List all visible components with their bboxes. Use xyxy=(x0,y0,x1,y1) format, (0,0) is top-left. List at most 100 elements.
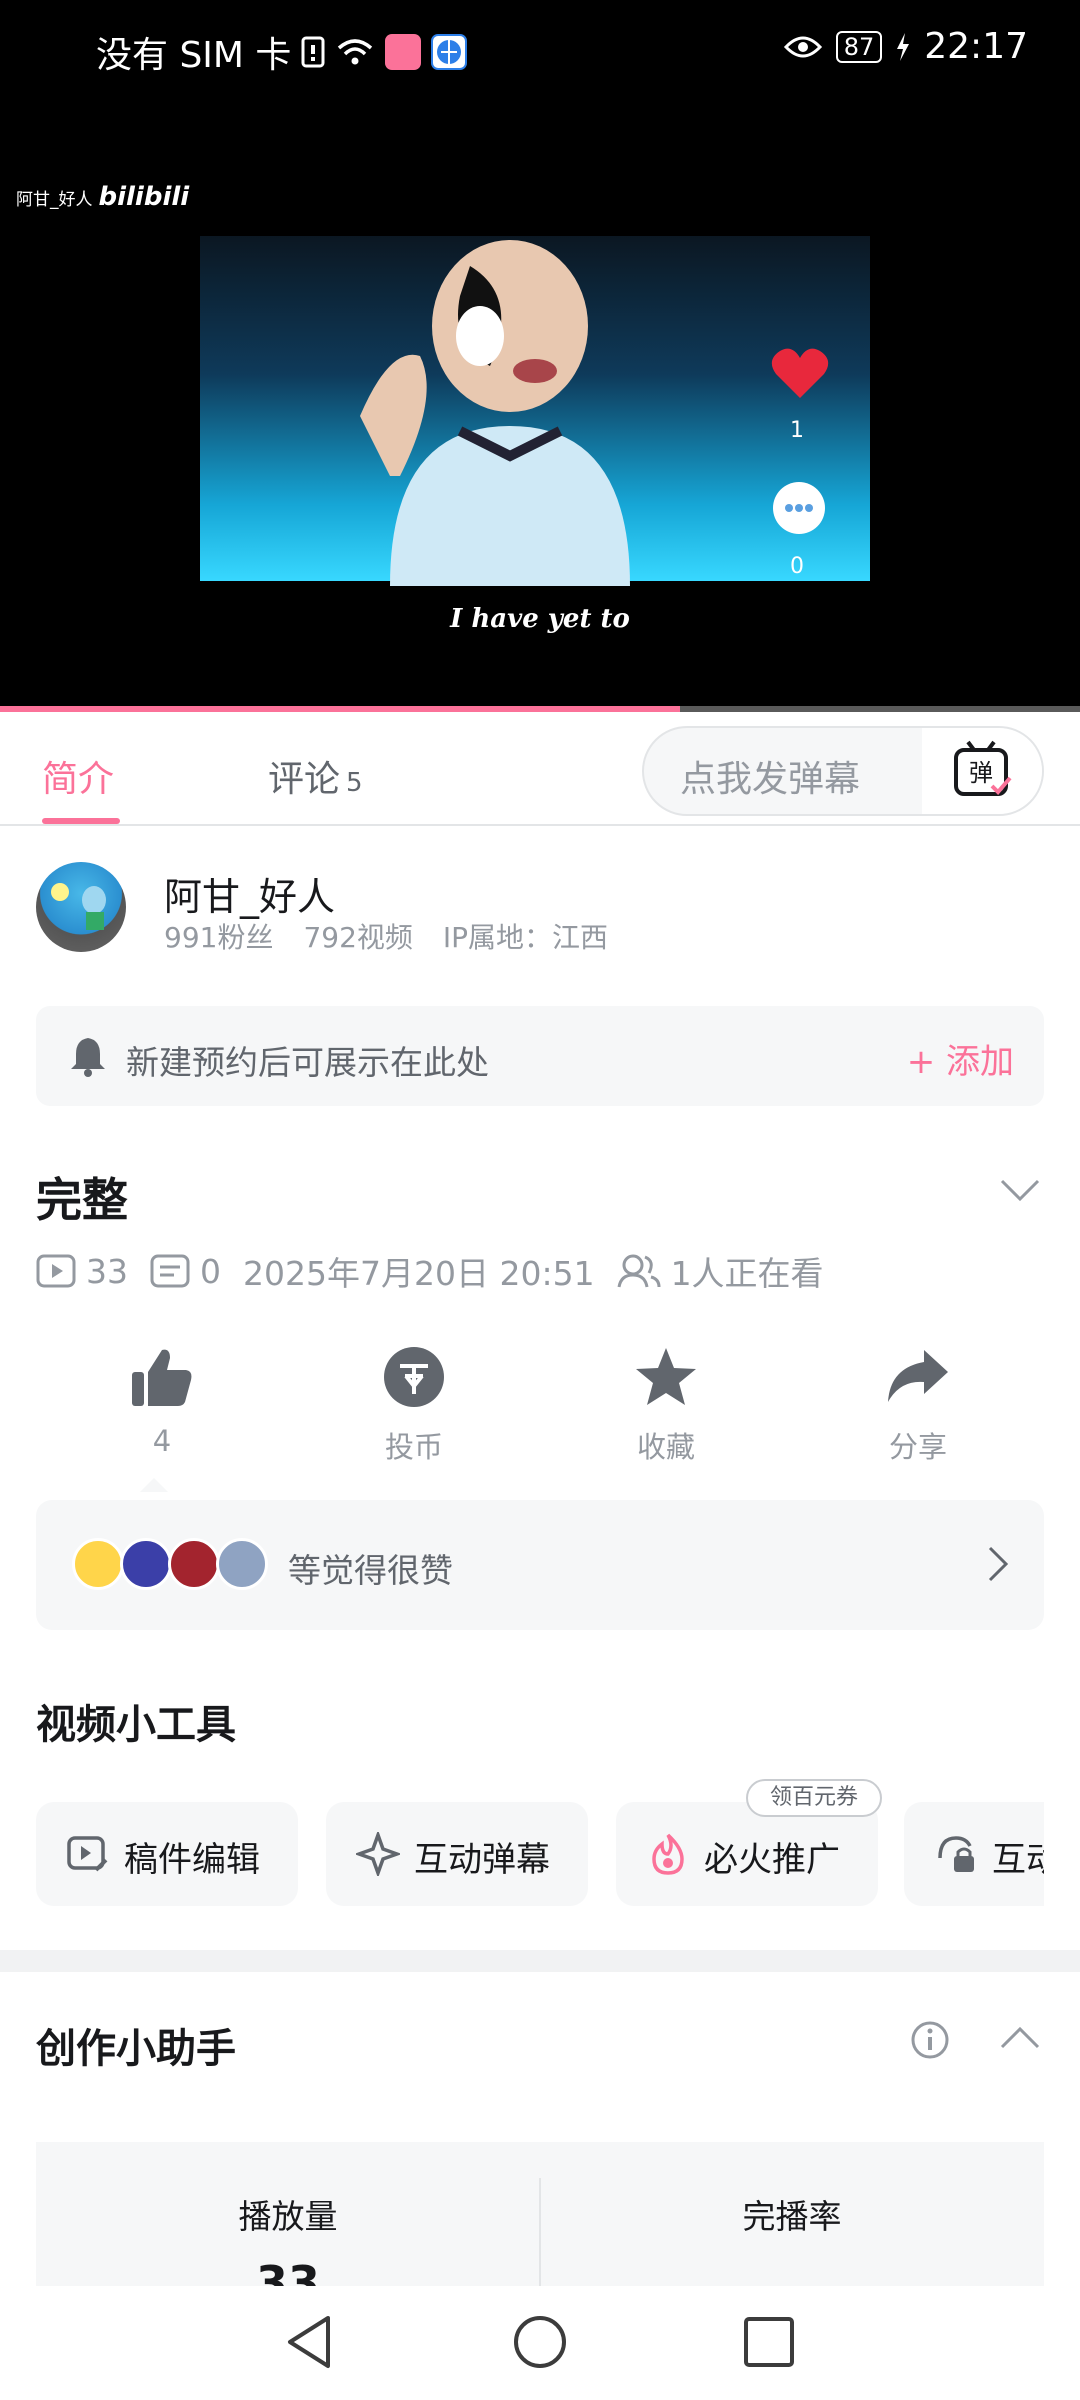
tab-intro-label: 简介 xyxy=(42,759,115,800)
coin-label: 投币 xyxy=(384,1430,443,1464)
status-bar: 没有 SIM 卡 87 22:17 xyxy=(0,0,1080,106)
chevron-right-icon xyxy=(988,1546,1009,1582)
eye-icon xyxy=(783,36,822,57)
uploader-meta: 991粉丝 792视频 IP属地：江西 xyxy=(164,916,638,956)
assistant-metrics: 播放量 33 完播率 xyxy=(36,2142,1044,2310)
likers-pointer xyxy=(140,1478,168,1492)
tab-comments-label: 评论 xyxy=(268,759,341,800)
play-count-group: 33 xyxy=(36,1252,128,1291)
sparkle-icon xyxy=(356,1832,400,1876)
uploader-avatar[interactable] xyxy=(36,862,126,952)
carrier-text: 没有 SIM 卡 xyxy=(96,35,292,76)
reservation-text: 新建预约后可展示在此处 xyxy=(126,1043,489,1082)
danmaku-icon xyxy=(150,1254,190,1288)
chevron-up-icon[interactable] xyxy=(1000,2026,1040,2050)
tab-bar: 简介 评论 5 点我发弹幕 弹 xyxy=(0,712,1080,826)
liker-avatar xyxy=(168,1538,220,1590)
overlay-comment-icon xyxy=(773,482,825,534)
tab-comments-count: 5 xyxy=(346,768,363,798)
video-stats: 33 0 2025年7月20日 20:51 1人正在看 xyxy=(36,1246,846,1296)
favorite-label: 收藏 xyxy=(636,1430,695,1464)
section-divider xyxy=(0,1950,1080,1972)
share-action[interactable]: 分享 xyxy=(848,1346,988,1466)
share-label: 分享 xyxy=(888,1430,947,1464)
metric-plays-label: 播放量 xyxy=(238,2197,338,2236)
uploader-name[interactable]: 阿甘_好人 xyxy=(164,866,335,921)
chevron-down-icon[interactable] xyxy=(1000,1178,1040,1202)
tab-intro[interactable]: 简介 xyxy=(42,750,114,802)
tool-label: 互动 xyxy=(992,1840,1044,1880)
edit-video-icon xyxy=(67,1836,108,1872)
tab-comments[interactable]: 评论 5 xyxy=(268,750,363,802)
overlay-heart-icon xyxy=(771,348,829,398)
watermark-brand: bilibili xyxy=(98,182,190,212)
uploader-fans: 991粉丝 xyxy=(164,921,274,954)
star-icon xyxy=(636,1348,696,1405)
tool-interactive-danmaku[interactable]: 互动弹幕 xyxy=(326,1802,588,1906)
bell-icon xyxy=(71,1038,105,1077)
info-icon[interactable] xyxy=(910,2020,950,2060)
danmaku-placeholder: 点我发弹幕 xyxy=(680,759,861,800)
uploader-videos: 792视频 xyxy=(303,921,413,954)
likers-text: 等觉得很赞 xyxy=(288,1551,453,1590)
clock-text: 22:17 xyxy=(924,26,1028,67)
assistant-section-title: 创作小助手 xyxy=(36,2026,236,2072)
danmaku-count-group: 0 xyxy=(150,1252,221,1291)
overlay-comment-count: 0 xyxy=(790,554,804,579)
recents-nav-icon[interactable] xyxy=(742,2314,796,2370)
home-nav-icon[interactable] xyxy=(512,2314,568,2370)
lock-headset-icon xyxy=(938,1836,974,1872)
overlay-like-count: 1 xyxy=(790,418,804,443)
danmaku-count: 0 xyxy=(200,1251,221,1291)
publish-datetime-group: 2025年7月20日 20:51 xyxy=(243,1247,595,1295)
system-nav-bar xyxy=(0,2286,1080,2400)
back-nav-icon[interactable] xyxy=(284,2314,334,2370)
coin-icon xyxy=(384,1347,444,1407)
danmaku-input[interactable]: 点我发弹幕 弹 xyxy=(642,726,1044,816)
video-subject-figure xyxy=(360,240,630,586)
video-watermark: 阿甘_好人 bilibili xyxy=(16,182,189,212)
wifi-icon xyxy=(338,39,373,65)
bilibili-app-icon xyxy=(385,34,422,70)
like-action[interactable]: 4 xyxy=(92,1346,232,1458)
favorite-action[interactable]: 收藏 xyxy=(596,1346,736,1466)
video-title: 完整 xyxy=(36,1173,128,1227)
reservation-banner[interactable]: 新建预约后可展示在此处 + 添加 xyxy=(36,1006,1044,1106)
danmaku-toggle-button[interactable]: 弹 xyxy=(922,728,1042,814)
battery-level: 87 xyxy=(835,30,883,63)
charging-icon xyxy=(897,32,910,61)
uploader-row[interactable]: 阿甘_好人 991粉丝 792视频 IP属地：江西 xyxy=(36,860,1046,970)
tool-overflow-clip: 互动 xyxy=(904,1802,1044,1906)
tool-label: 稿件编辑 xyxy=(124,1840,260,1880)
watching-group: 1人正在看 xyxy=(617,1247,824,1295)
liker-avatar xyxy=(120,1538,172,1590)
like-count: 4 xyxy=(152,1424,172,1458)
metric-completion-label: 完播率 xyxy=(742,2197,842,2236)
sim-icon xyxy=(301,36,325,68)
liker-avatar xyxy=(72,1538,124,1590)
video-player[interactable]: 阿甘_好人 bilibili 1 0 I have yet to xyxy=(0,106,1080,708)
video-subtitle: I have yet to xyxy=(450,604,630,634)
play-count: 33 xyxy=(86,1251,128,1291)
thumbs-up-icon xyxy=(132,1349,192,1406)
viewers-icon xyxy=(617,1254,661,1288)
uploader-ip: IP属地：江西 xyxy=(442,921,609,954)
tool-edit-submission[interactable]: 稿件编辑 xyxy=(36,1802,298,1906)
likers-banner[interactable]: 等觉得很赞 xyxy=(36,1500,1044,1630)
tool-interactive[interactable]: 互动 xyxy=(904,1802,1044,1906)
share-arrow-icon xyxy=(888,1350,948,1402)
browser-app-icon xyxy=(431,34,468,70)
tool-label: 必火推广 xyxy=(704,1840,840,1880)
danmaku-tv-icon: 弹 xyxy=(954,740,1012,796)
coupon-badge: 领百元券 xyxy=(746,1779,883,1817)
flame-icon xyxy=(652,1833,684,1875)
coin-action[interactable]: 投币 xyxy=(344,1346,484,1466)
tool-promotion[interactable]: 必火推广 xyxy=(616,1802,878,1906)
publish-datetime: 2025年7月20日 20:51 xyxy=(243,1254,595,1293)
tab-indicator xyxy=(42,818,120,824)
reservation-add-button[interactable]: + 添加 xyxy=(907,1034,1014,1083)
danmaku-button-glyph: 弹 xyxy=(969,759,993,787)
liker-avatar xyxy=(216,1538,268,1590)
tools-section-title: 视频小工具 xyxy=(36,1702,236,1748)
watermark-name: 阿甘_好人 xyxy=(16,190,93,210)
